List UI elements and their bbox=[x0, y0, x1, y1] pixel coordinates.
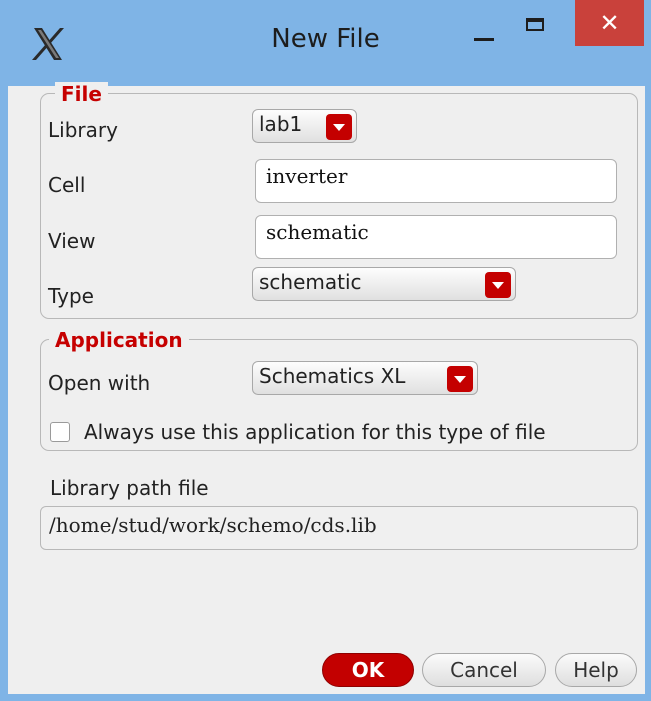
type-select-value: schematic bbox=[259, 270, 362, 294]
close-icon[interactable]: ✕ bbox=[575, 0, 644, 46]
cancel-button[interactable]: Cancel bbox=[422, 653, 546, 687]
open-with-select[interactable]: Schematics XL bbox=[252, 361, 478, 395]
always-use-label[interactable]: Always use this application for this typ… bbox=[84, 420, 546, 444]
type-label: Type bbox=[48, 284, 94, 308]
view-field[interactable]: schematic bbox=[255, 215, 617, 259]
open-with-label: Open with bbox=[48, 371, 151, 395]
type-select[interactable]: schematic bbox=[252, 267, 516, 301]
library-select[interactable]: lab1 bbox=[252, 109, 357, 143]
window-title: New File bbox=[271, 24, 380, 54]
maximize-icon[interactable] bbox=[520, 10, 550, 40]
library-path-label: Library path file bbox=[50, 476, 209, 500]
chevron-down-icon[interactable] bbox=[326, 114, 352, 140]
library-path-field: /home/stud/work/schemo/cds.lib bbox=[40, 506, 638, 550]
ok-button[interactable]: OK bbox=[322, 653, 414, 687]
help-button[interactable]: Help bbox=[555, 653, 637, 687]
open-with-select-value: Schematics XL bbox=[259, 364, 406, 388]
title-bar[interactable]: New File ✕ bbox=[0, 0, 651, 86]
chevron-down-icon[interactable] bbox=[485, 272, 511, 298]
file-group-title: File bbox=[55, 82, 108, 106]
library-label: Library bbox=[48, 118, 118, 142]
cell-field[interactable]: inverter bbox=[255, 159, 617, 203]
always-use-checkbox[interactable] bbox=[50, 422, 70, 442]
view-label: View bbox=[48, 229, 96, 253]
chevron-down-icon[interactable] bbox=[447, 366, 473, 392]
minimize-icon[interactable] bbox=[468, 18, 502, 48]
cell-label: Cell bbox=[48, 173, 86, 197]
dialog-body: File Library lab1 Cell inverter View sch… bbox=[8, 82, 645, 694]
new-file-window: New File ✕ File Library lab1 Cell invert… bbox=[0, 0, 651, 701]
application-group-title: Application bbox=[49, 328, 189, 352]
library-select-value: lab1 bbox=[259, 112, 303, 136]
